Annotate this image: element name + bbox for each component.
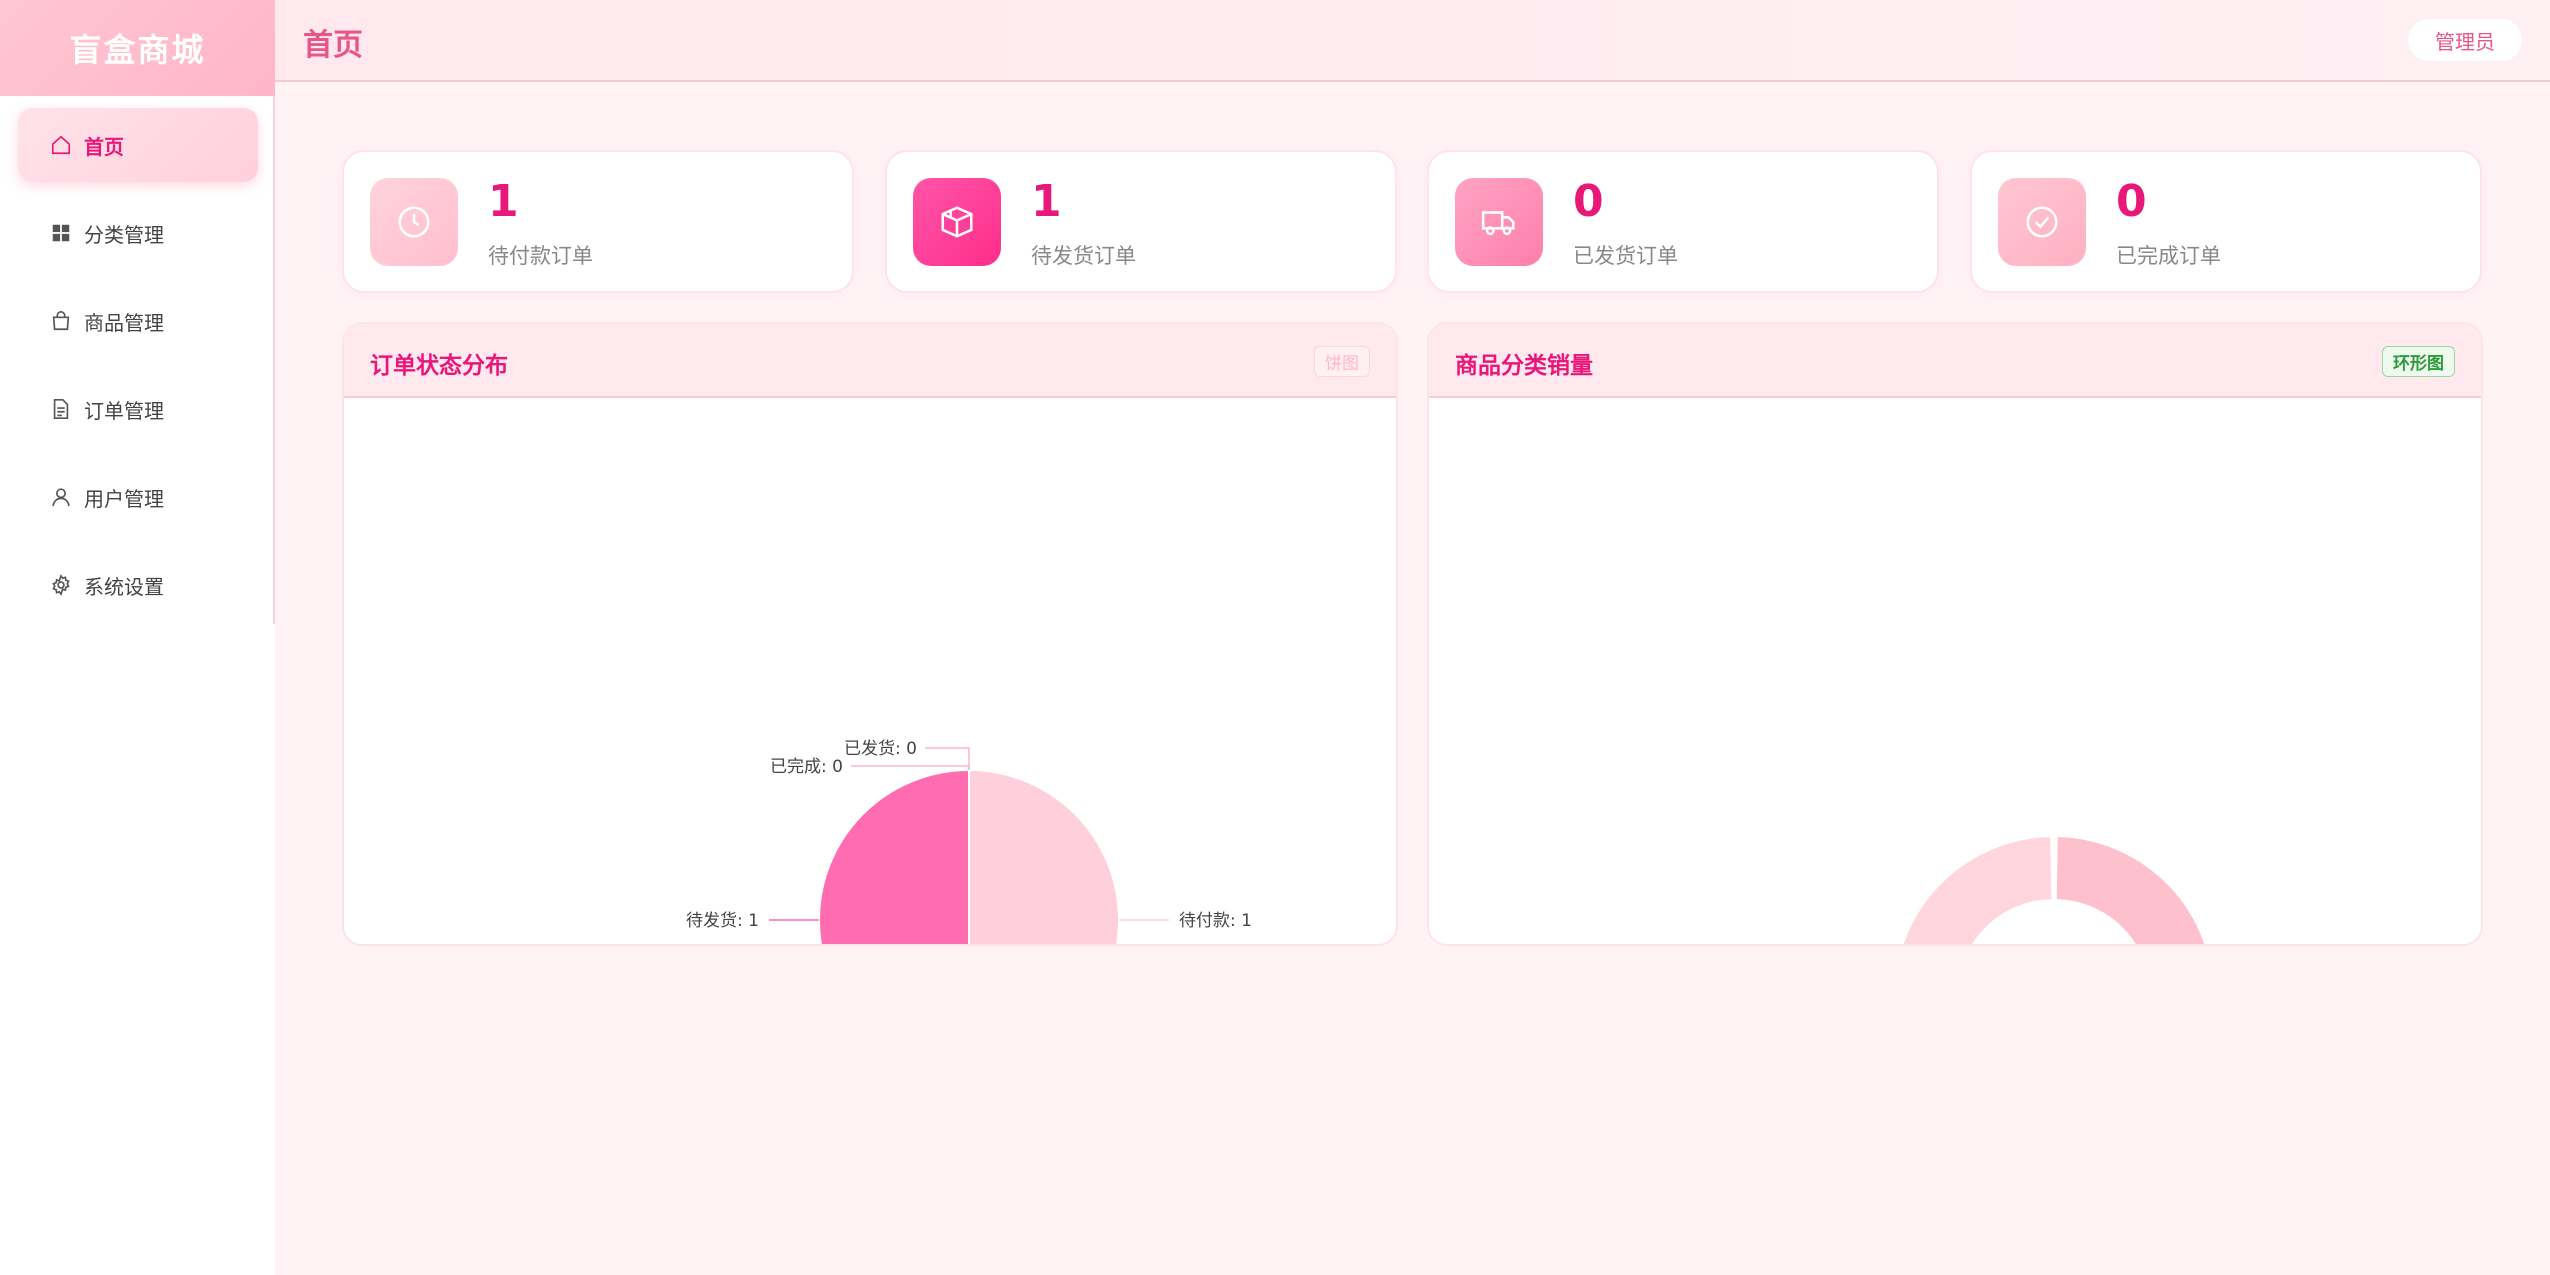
donut-segment-卡牌周边 xyxy=(2054,835,2207,944)
shopping-bag-icon xyxy=(50,310,72,332)
leader-line xyxy=(851,765,970,770)
stat-card-completed: 0 已完成订单 xyxy=(1970,150,2482,293)
stat-card-pending-payment: 1 待付款订单 xyxy=(342,150,854,293)
sidebar: 盲盒商城 首页 分类管理 商品管理 订单管理 用户管理 系统设置 xyxy=(0,0,275,1275)
order-status-pie-chart: 待付款: 1待发货: 1已发货: 0已完成: 0待付款待发货已发货已完成 xyxy=(686,739,1252,944)
check-circle-icon xyxy=(1998,178,2086,266)
pie-data-label: 已完成: 0 xyxy=(770,757,843,777)
panel-title: 订单状态分布 xyxy=(370,353,508,379)
pie-data-label: 待付款: 1 xyxy=(1179,911,1252,931)
stat-card-pending-shipment: 1 待发货订单 xyxy=(885,150,1397,293)
sidebar-item-label: 订单管理 xyxy=(84,398,164,423)
sidebar-item-users[interactable]: 用户管理 xyxy=(18,460,258,534)
sidebar-item-home[interactable]: 首页 xyxy=(18,108,258,182)
stat-value: 1 xyxy=(488,176,519,227)
pie-slice-待付款 xyxy=(968,768,1120,944)
stat-label: 已发货订单 xyxy=(1573,244,1678,268)
brand-logo: 盲盒商城 xyxy=(0,0,275,96)
sidebar-item-orders[interactable]: 订单管理 xyxy=(18,372,258,446)
sidebar-item-settings[interactable]: 系统设置 xyxy=(18,548,258,622)
stat-label: 待付款订单 xyxy=(488,244,593,268)
pie-data-label: 待发货: 1 xyxy=(686,911,759,931)
clock-icon xyxy=(370,178,458,266)
stat-label: 已完成订单 xyxy=(2116,244,2221,268)
truck-icon xyxy=(1455,178,1543,266)
sidebar-item-label: 分类管理 xyxy=(84,222,164,247)
gear-icon xyxy=(50,574,72,596)
stat-value: 0 xyxy=(1573,176,1604,227)
panel-header: 订单状态分布 饼图 xyxy=(344,324,1396,398)
donut-segment-动漫手办 xyxy=(1901,835,2054,944)
stat-card-shipped: 0 已发货订单 xyxy=(1427,150,1939,293)
top-header: 首页 管理员 xyxy=(275,0,2550,82)
sidebar-item-label: 系统设置 xyxy=(84,574,164,599)
sidebar-item-label: 用户管理 xyxy=(84,486,164,511)
panel-header: 商品分类销量 环形图 xyxy=(1429,324,2481,398)
pie-data-label: 已发货: 0 xyxy=(844,739,917,759)
category-sales-donut-chart: 卡牌周边潮玩盲盒动漫手办 xyxy=(1901,835,2207,944)
chart-type-badge: 环形图 xyxy=(2382,346,2455,377)
sidebar-item-products[interactable]: 商品管理 xyxy=(18,284,258,358)
sidebar-item-label: 商品管理 xyxy=(84,310,164,335)
panel-title: 商品分类销量 xyxy=(1455,353,1593,379)
admin-user-button[interactable]: 管理员 xyxy=(2408,19,2522,61)
sidebar-item-categories[interactable]: 分类管理 xyxy=(18,196,258,270)
stat-label: 待发货订单 xyxy=(1031,244,1136,268)
sidebar-item-label: 首页 xyxy=(84,134,124,159)
order-status-panel: 订单状态分布 饼图 待付款: 1待发货: 1已发货: 0已完成: 0待付款待发货… xyxy=(342,322,1398,946)
grid-icon xyxy=(50,222,72,244)
document-icon xyxy=(50,398,72,420)
page-title: 首页 xyxy=(303,28,363,63)
user-icon xyxy=(50,486,72,508)
category-sales-panel: 商品分类销量 环形图 卡牌周边潮玩盲盒动漫手办 xyxy=(1427,322,2483,946)
box-icon xyxy=(913,178,1001,266)
stat-value: 0 xyxy=(2116,176,2147,227)
stat-value: 1 xyxy=(1031,176,1062,227)
home-icon xyxy=(50,134,72,156)
pie-slice-待发货 xyxy=(818,768,970,944)
chart-type-badge: 饼图 xyxy=(1314,346,1370,377)
